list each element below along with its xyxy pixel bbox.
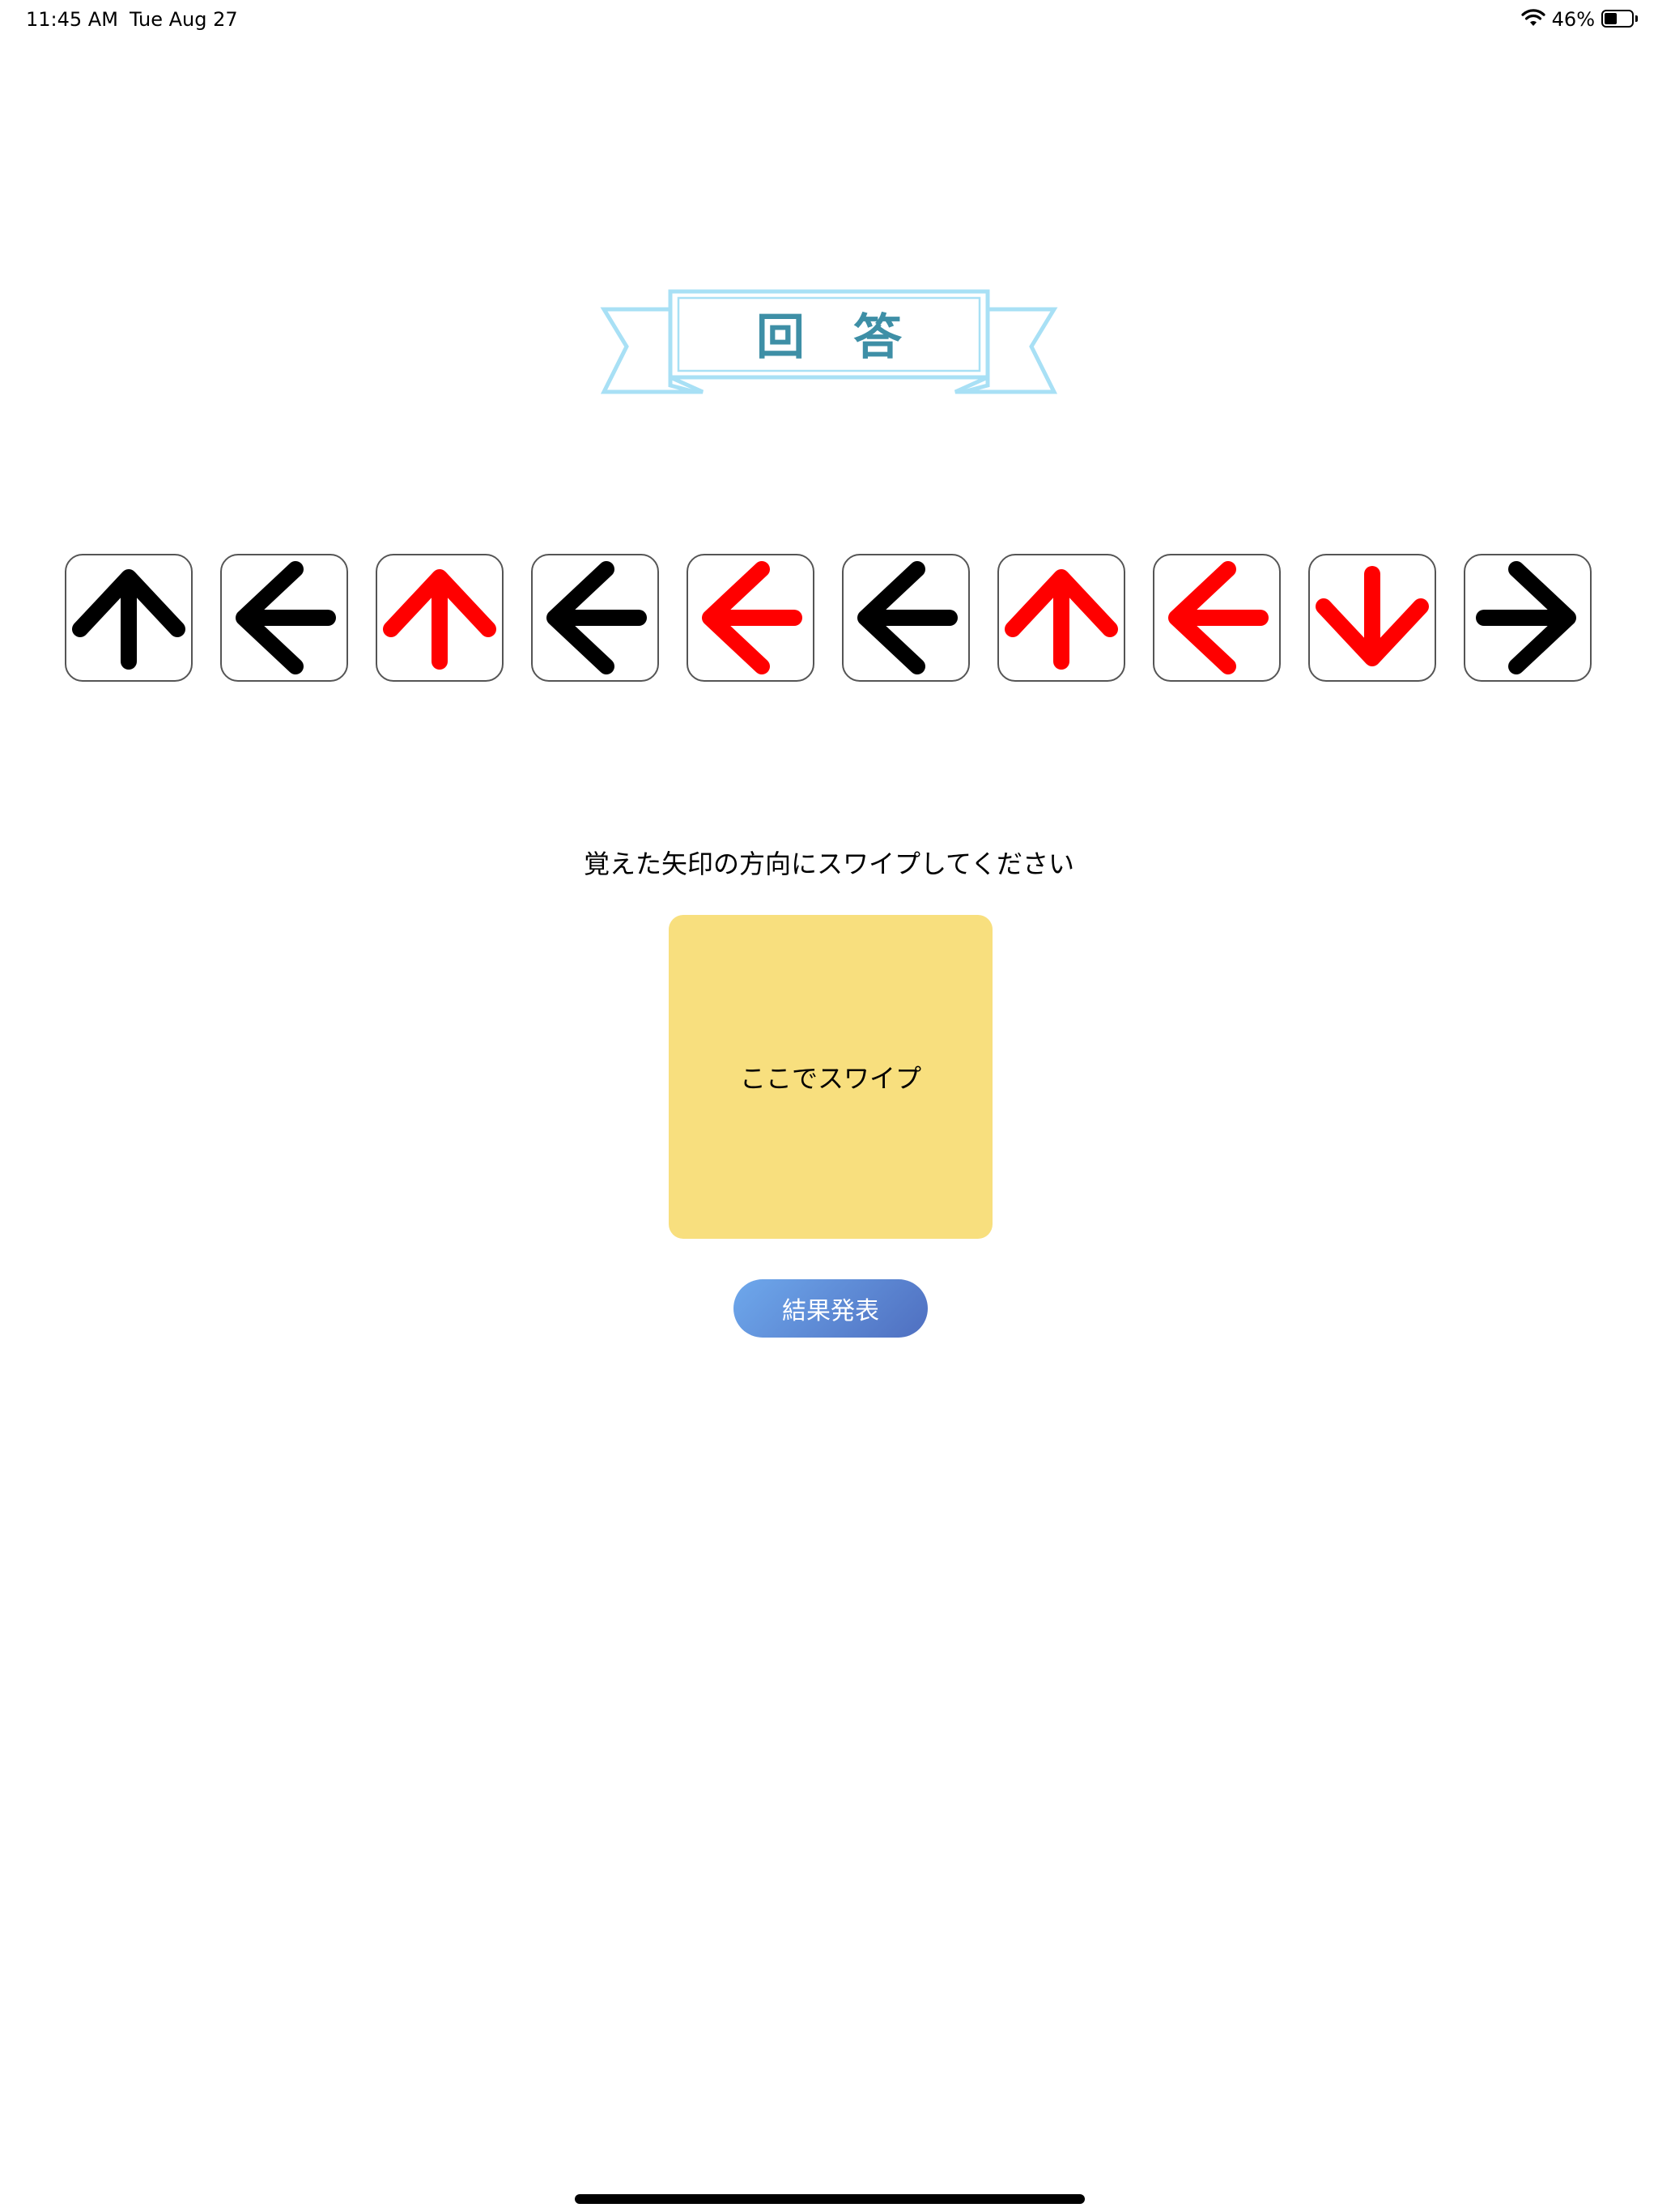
arrow-down-icon [1316,566,1429,666]
arrow-left-icon [546,561,647,674]
page-title: 回答 [756,308,950,366]
battery-level [1605,13,1617,24]
battery-percentage: 46% [1551,8,1595,31]
arrow-up-icon [383,569,496,670]
swipe-area[interactable]: ここでスワイプ [669,915,993,1239]
arrow-card-4 [531,554,659,682]
arrow-sequence [65,554,1595,683]
instruction-text: 覚えた矢印の方向にスワイプしてください [583,849,1075,879]
arrow-card-2 [220,554,348,682]
home-indicator[interactable] [575,2194,1085,2204]
status-date: Tue Aug 27 [130,8,238,31]
battery-icon [1601,10,1639,29]
arrow-right-icon [1476,561,1576,674]
status-indicators: 46% [1521,6,1639,32]
arrow-card-7 [997,554,1125,682]
arrow-up-icon [1005,569,1118,670]
arrow-up-icon [72,569,185,670]
wifi-icon [1521,8,1545,31]
arrow-card-6 [842,554,970,682]
arrow-card-9 [1308,554,1436,682]
answer-banner: 回答 [599,288,1059,398]
show-results-button[interactable]: 結果発表 [733,1279,928,1338]
arrow-left-icon [857,561,958,674]
status-time: 11:45 AM [26,8,118,31]
status-bar: 11:45 AM Tue Aug 27 46% [0,0,1658,39]
arrow-card-3 [376,554,504,682]
arrow-card-1 [65,554,193,682]
arrow-card-10 [1464,554,1592,682]
arrow-left-icon [236,561,336,674]
arrow-card-8 [1153,554,1281,682]
swipe-area-label: ここでスワイプ [739,1063,921,1094]
arrow-card-5 [687,554,814,682]
arrow-left-icon [702,561,802,674]
arrow-left-icon [1168,561,1269,674]
